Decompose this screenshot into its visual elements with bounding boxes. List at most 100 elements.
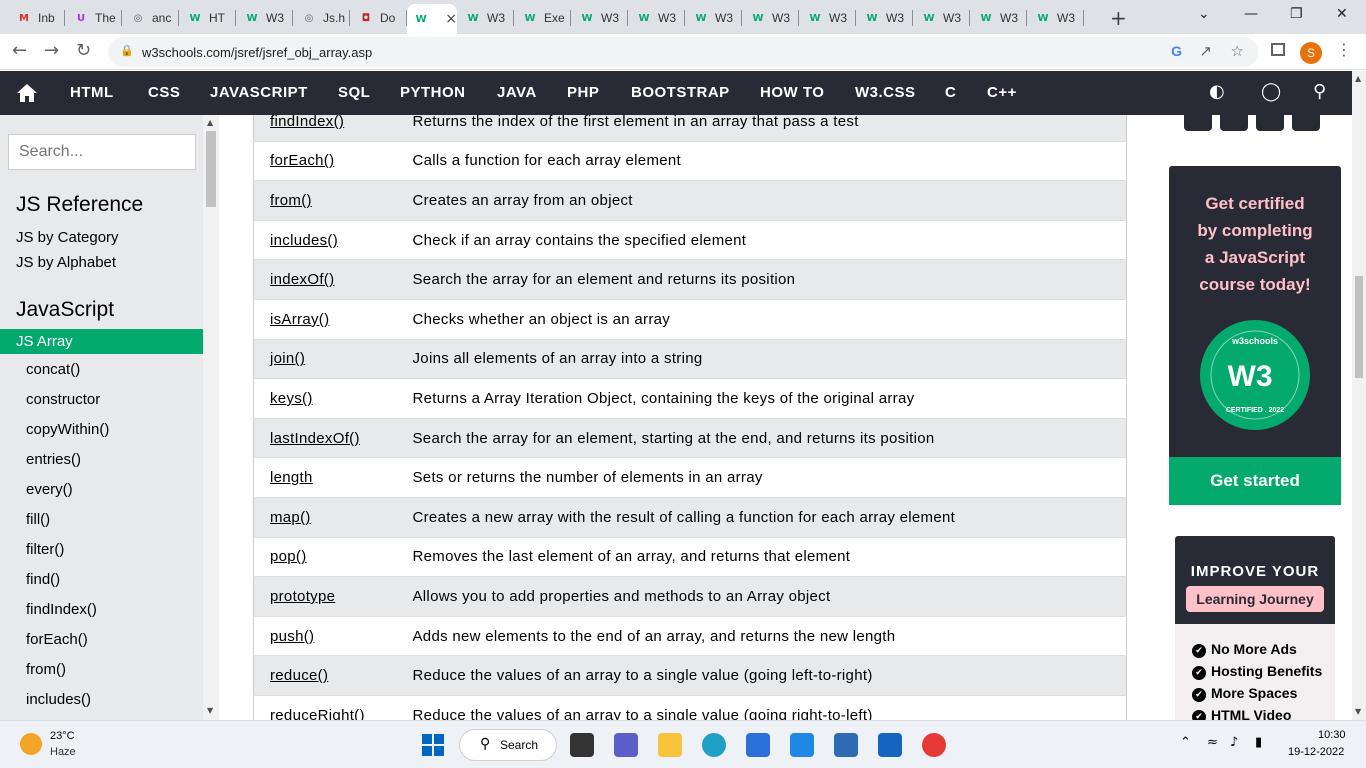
nav-link-w3-css[interactable]: W3.CSS <box>855 71 916 115</box>
taskbar-search[interactable]: ⚲ Search <box>459 729 557 761</box>
battery-icon[interactable]: ▮ <box>1255 735 1262 750</box>
method-link[interactable]: reduce() <box>253 655 397 696</box>
browser-tab[interactable]: W HT <box>179 4 236 32</box>
browser-tab[interactable]: U The <box>65 4 122 32</box>
sidebar-method-link[interactable]: entries() <box>26 451 81 468</box>
address-bar[interactable]: 🔒 w3schools.com/jsref/jsref_obj_array.as… <box>108 37 1258 67</box>
contrast-icon[interactable]: ◐ <box>1209 81 1225 102</box>
nav-link-c[interactable]: C <box>945 71 956 115</box>
profile-avatar[interactable]: S <box>1300 42 1322 64</box>
share-icon[interactable]: ↗ <box>1199 42 1212 60</box>
browser-tab[interactable]: W W3 <box>628 4 685 32</box>
instagram-icon[interactable] <box>1220 115 1248 131</box>
browser-tab[interactable]: W W3 <box>236 4 293 32</box>
sidebar-scrollbar[interactable]: ▲ ▼ <box>203 115 219 720</box>
sidebar-method-link[interactable]: from() <box>26 661 66 678</box>
weather-desc[interactable]: Haze <box>50 746 76 758</box>
browser-tab[interactable]: ◘ Do <box>350 4 407 32</box>
weather-haze-icon[interactable] <box>20 733 42 755</box>
minimize-icon[interactable]: — <box>1244 6 1258 22</box>
sidebar-method-link[interactable]: fill() <box>26 511 50 528</box>
menu-icon[interactable]: ⋮ <box>1336 40 1352 59</box>
sidebar-method-link[interactable]: find() <box>26 571 60 588</box>
sidebar-search-input[interactable]: Search... <box>8 134 196 170</box>
back-icon[interactable]: ← <box>12 40 27 61</box>
side-panel-icon[interactable] <box>1271 43 1285 56</box>
scroll-up-icon[interactable]: ▲ <box>1355 74 1361 83</box>
browser-tab[interactable]: W W3 <box>1027 4 1084 32</box>
chrome-icon[interactable] <box>922 733 946 757</box>
browser-tab[interactable]: M Inb <box>8 4 65 32</box>
browser-tab[interactable]: W W3 <box>856 4 913 32</box>
browser-tab[interactable]: W W3 <box>913 4 970 32</box>
facebook-icon[interactable] <box>1184 115 1212 131</box>
method-link[interactable]: from() <box>253 180 397 221</box>
tab-search-icon[interactable]: ⌄ <box>1198 6 1210 22</box>
tray-chevron-icon[interactable]: ⌃ <box>1180 735 1191 750</box>
browser-tab[interactable]: W W3 <box>571 4 628 32</box>
nav-link-java[interactable]: JAVA <box>497 71 537 115</box>
sidebar-method-link[interactable]: concat() <box>26 361 80 378</box>
sidebar-link-alphabet[interactable]: JS by Alphabet <box>16 254 116 271</box>
notepad-icon[interactable] <box>834 733 858 757</box>
start-icon[interactable] <box>422 734 444 756</box>
browser-tab[interactable]: ◎ Js.h <box>293 4 350 32</box>
reload-icon[interactable]: ↻ <box>76 40 91 61</box>
method-link[interactable]: isArray() <box>253 298 397 340</box>
method-link[interactable]: push() <box>253 615 397 656</box>
browser-tab[interactable]: ◎ anc <box>122 4 179 32</box>
home-icon[interactable] <box>16 82 38 104</box>
linkedin-icon[interactable] <box>1256 115 1284 131</box>
method-link[interactable]: indexOf() <box>253 259 397 300</box>
store-icon[interactable] <box>746 733 770 757</box>
method-link[interactable]: includes() <box>253 219 397 260</box>
sidebar-scroll-thumb[interactable] <box>206 131 216 207</box>
browser-tab[interactable]: W × <box>407 4 457 34</box>
discord-icon[interactable] <box>1292 115 1320 131</box>
nav-link-html[interactable]: HTML <box>70 71 114 115</box>
google-icon[interactable]: G <box>1171 43 1182 59</box>
clock-date[interactable]: 19-12-2022 <box>1288 746 1344 758</box>
nav-link-how-to[interactable]: HOW TO <box>760 71 824 115</box>
browser-tab[interactable]: W W3 <box>457 4 514 32</box>
nav-link-c-[interactable]: C++ <box>987 71 1017 115</box>
forward-icon[interactable]: → <box>44 40 59 61</box>
edge-icon[interactable] <box>702 733 726 757</box>
file-explorer-icon[interactable] <box>658 733 682 757</box>
sidebar-method-link[interactable]: includes() <box>26 691 91 708</box>
sidebar-method-link[interactable]: findIndex() <box>26 601 97 618</box>
page-scrollbar[interactable]: ▲ ▼ <box>1352 71 1366 720</box>
method-link[interactable]: forEach() <box>253 140 397 181</box>
browser-tab[interactable]: W W3 <box>685 4 742 32</box>
mail-icon[interactable] <box>878 733 902 757</box>
scroll-down-icon[interactable]: ▼ <box>207 706 213 715</box>
maximize-icon[interactable]: ❐ <box>1290 6 1303 22</box>
nav-link-sql[interactable]: SQL <box>338 71 370 115</box>
globe-icon[interactable]: ◯ <box>1261 81 1281 102</box>
method-link[interactable]: findIndex() <box>253 115 397 142</box>
vscode-icon[interactable] <box>790 733 814 757</box>
teams-icon[interactable] <box>614 733 638 757</box>
scroll-down-icon[interactable]: ▼ <box>1355 707 1361 716</box>
new-tab-icon[interactable]: + <box>1110 6 1127 30</box>
sidebar-method-link[interactable]: every() <box>26 481 73 498</box>
browser-tab[interactable]: W W3 <box>970 4 1027 32</box>
get-started-button[interactable]: Get started <box>1169 457 1341 505</box>
search-icon[interactable]: ⚲ <box>1313 81 1326 102</box>
scroll-up-icon[interactable]: ▲ <box>207 118 213 127</box>
clock-time[interactable]: 10:30 <box>1318 729 1346 741</box>
method-link[interactable]: length <box>253 457 397 498</box>
sidebar-method-link[interactable]: filter() <box>26 541 64 558</box>
sidebar-method-link[interactable]: forEach() <box>26 631 88 648</box>
method-link[interactable]: reduceRight() <box>253 694 397 720</box>
task-view-icon[interactable] <box>570 733 594 757</box>
nav-link-python[interactable]: PYTHON <box>400 71 466 115</box>
sidebar-item-js-array[interactable]: JS Array <box>0 329 203 354</box>
sidebar-method-link[interactable]: constructor <box>26 391 100 408</box>
method-link[interactable]: pop() <box>253 536 397 577</box>
browser-tab[interactable]: W W3 <box>742 4 799 32</box>
method-link[interactable]: keys() <box>253 378 397 419</box>
method-link[interactable]: lastIndexOf() <box>253 417 397 458</box>
nav-link-javascript[interactable]: JAVASCRIPT <box>210 71 308 115</box>
page-scroll-thumb[interactable] <box>1355 276 1363 378</box>
